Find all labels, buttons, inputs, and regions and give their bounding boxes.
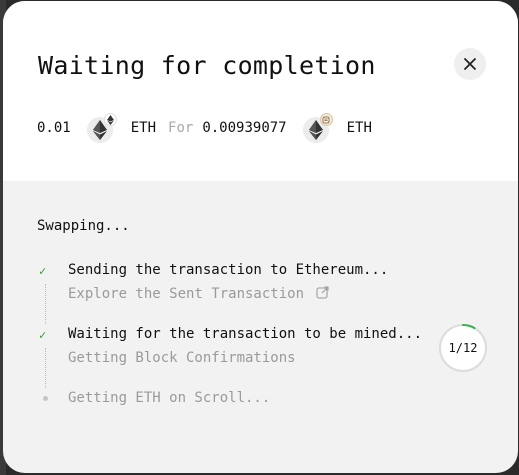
pending-dot (43, 396, 48, 401)
step-connector (45, 348, 46, 388)
close-icon (464, 58, 476, 70)
progress-count: 1/12 (448, 341, 478, 355)
from-token: ETH (130, 120, 157, 136)
step-3-label: Getting ETH on Scroll... (68, 390, 271, 406)
step-1-label: Sending the transaction to Ethereum... (68, 262, 389, 278)
explore-sent-transaction-link[interactable]: Explore the Sent Transaction (68, 286, 330, 302)
for-connector: For (168, 120, 194, 136)
ethereum-badge-icon (106, 114, 114, 125)
check-icon: ✓ (39, 264, 47, 278)
to-token: ETH (346, 120, 372, 136)
from-token-icon (86, 113, 117, 143)
status-title: Swapping... (37, 218, 130, 234)
modal-header (3, 1, 518, 181)
external-link-icon (316, 286, 330, 299)
step-connector (45, 284, 46, 324)
block-confirmations-progress: 1/12 (438, 323, 488, 373)
completion-modal: Waiting for completion 0.01 ETH For 0.00… (3, 1, 518, 473)
to-token-icon (302, 113, 333, 143)
step-2-sublabel: Getting Block Confirmations (68, 350, 296, 366)
close-button[interactable] (454, 48, 486, 80)
scroll-network-icon (322, 116, 330, 123)
to-amount: 0.00939077 (202, 120, 287, 136)
modal-title: Waiting for completion (38, 51, 376, 80)
check-icon: ✓ (39, 328, 47, 342)
from-amount: 0.01 (37, 120, 71, 136)
step-2-label: Waiting for the transaction to be mined.… (68, 326, 423, 342)
step-1-sublabel: Explore the Sent Transaction (68, 286, 305, 302)
swap-summary: 0.01 ETH For 0.00939077 ETH (37, 113, 372, 143)
